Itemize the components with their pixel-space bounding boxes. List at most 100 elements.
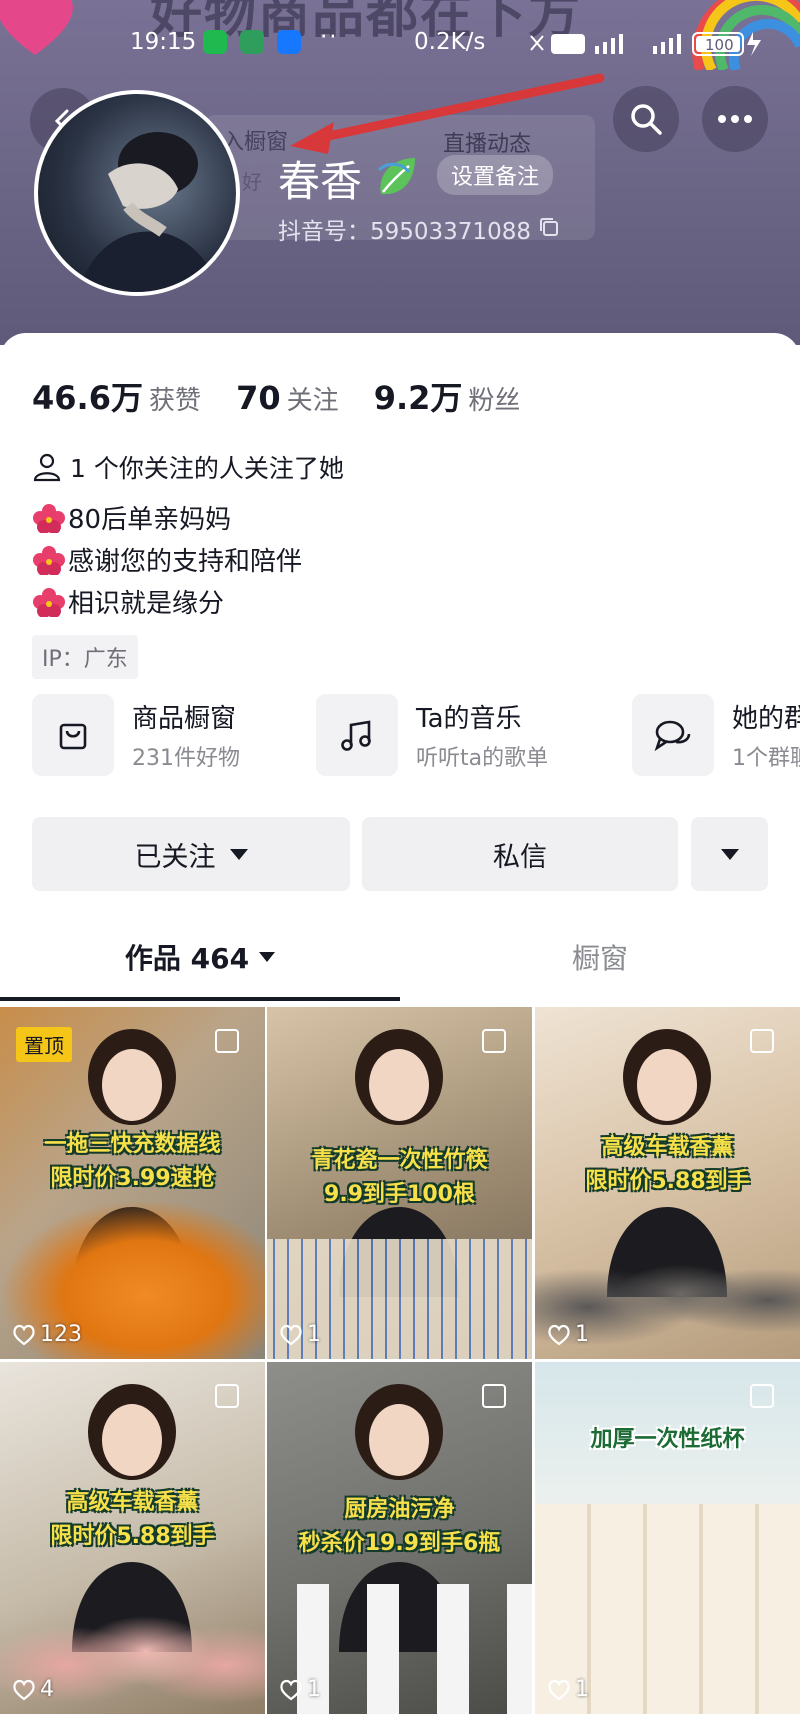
like-count-value: 1 [307,1322,321,1347]
video-caption-line2: 秒杀价19.9到手6瓶 [298,1531,501,1556]
stat-following-label: 关注 [286,386,339,416]
like-count-value: 123 [40,1322,82,1347]
music-note-icon [316,694,398,776]
stat-likes-label: 获赞 [148,386,201,416]
profile-name: 春香 [278,157,363,206]
like-count-value: 1 [575,1677,589,1702]
select-checkbox[interactable] [215,1029,239,1053]
cover-ghost-right: 直播动态 [443,132,532,157]
video-caption-line2: 限时价5.88到手 [585,1169,750,1194]
pinned-badge: 置顶 [16,1027,72,1062]
video-tile[interactable]: 青花瓷一次性竹筷 9.9到手100根 1 [267,1007,532,1359]
stat-following[interactable]: 70 关注 [236,379,339,417]
chevron-down-icon [259,952,276,962]
select-checkbox[interactable] [750,1384,774,1408]
heart-icon [13,1324,35,1345]
video-caption-line2: 限时价5.88到手 [50,1524,215,1549]
following-label: 已关注 [134,841,216,873]
bio-line: 相识就是缘分 [32,583,224,620]
set-remark-button[interactable]: 设置备注 [437,155,554,195]
bio-line: 80后单亲妈妈 [32,499,231,536]
heart-icon [548,1324,570,1345]
more-button[interactable] [702,86,768,152]
select-checkbox[interactable] [482,1384,506,1408]
select-checkbox[interactable] [482,1029,506,1053]
tab-showcase[interactable]: 橱窗 [400,913,800,1001]
tab-showcase-label: 橱窗 [571,942,628,975]
ip-location-tag: IP：广东 [32,635,138,679]
shortcut-title: 商品橱窗 [132,704,237,734]
video-caption-line1: 加厚一次性纸杯 [590,1427,745,1452]
mutual-follow-text: 1 个你关注的人关注了她 [70,454,344,483]
stat-likes-value: 46.6万 [32,379,143,417]
chevron-down-icon [229,848,248,860]
video-caption-line1: 高级车载香薰 [66,1490,199,1515]
more-options-dropdown[interactable] [691,817,768,891]
search-button[interactable] [613,86,679,152]
video-caption-line1: 青花瓷一次性竹筷 [311,1148,488,1173]
video-caption-line2: 限时价3.99速抢 [50,1166,215,1191]
video-caption-line2: 9.9到手100根 [324,1182,475,1207]
video-caption-line1: 高级车载香薰 [601,1135,734,1160]
stats-row: 46.6万 获赞 70 关注 9.2万 粉丝 [32,373,550,419]
mutual-follow-row[interactable]: 1 个你关注的人关注了她 [32,449,344,485]
video-caption-line1: 厨房油污净 [344,1497,455,1522]
stat-followers-label: 粉丝 [468,386,521,416]
shortcut-subtitle: 231件好物 [132,746,240,771]
like-count-value: 1 [575,1322,589,1347]
tab-works-label: 作品 464 [124,942,250,975]
arrow-decoration-icon [290,73,605,154]
chevron-down-icon [720,848,739,860]
following-button[interactable]: 已关注 [32,817,350,891]
bio-text: 80后单亲妈妈 [68,505,232,535]
shortcut-subtitle: 1个群聊 [732,746,800,771]
douyin-id: 抖音号：59503371088 [278,219,531,245]
app-refresh-icon [240,30,264,54]
shortcut-group[interactable]: 她的群 1个群聊 [632,694,800,776]
like-count-value: 4 [40,1677,54,1702]
cover-ghost-sub: 好 [242,170,262,194]
video-tile[interactable]: 高级车载香薰 限时价5.88到手 1 [535,1007,800,1359]
avatar[interactable] [34,90,240,296]
heart-icon [548,1679,570,1700]
video-tile[interactable]: 高级车载香薰 限时价5.88到手 4 [0,1362,265,1714]
video-tile[interactable]: 置顶 一拖三快充数据线 限时价3.99速抢 123 [0,1007,265,1359]
like-count: 1 [279,1677,321,1702]
video-caption-line1: 一拖三快充数据线 [44,1132,221,1157]
stat-likes[interactable]: 46.6万 获赞 [32,373,201,419]
like-count: 4 [12,1677,54,1702]
stat-followers-value: 9.2万 [373,379,463,417]
tab-active-indicator [0,997,400,1001]
stat-followers[interactable]: 9.2万 粉丝 [374,373,521,419]
signal-wifi-battery-icon: 100 [530,32,761,56]
shortcut-title: Ta的音乐 [416,704,522,734]
chat-bubble-icon [632,694,714,776]
bio-line: 感谢您的支持和陪伴 [32,541,302,578]
video-tile[interactable]: 加厚一次性纸杯 1 [535,1362,800,1714]
shortcut-subtitle: 听听ta的歌单 [416,746,549,771]
avatar-portrait-icon [78,132,218,292]
select-checkbox[interactable] [750,1029,774,1053]
heart-icon [280,1324,302,1345]
wechat-icon [203,30,227,54]
alipay-icon [277,30,301,54]
more-notifications-icon: ·· [320,24,339,50]
message-button[interactable]: 私信 [362,817,678,891]
tab-works[interactable]: 作品 464 [0,913,400,1001]
shortcut-music[interactable]: Ta的音乐 听听ta的歌单 [316,694,576,776]
status-bar: 19:15 ·· 0.2K/s 100 [0,20,800,60]
copy-icon[interactable] [538,216,560,238]
battery-level: 100 [705,36,734,54]
shortcut-title: 她的群 [732,704,800,734]
hibiscus-icon [33,503,65,533]
video-tile[interactable]: 厨房油污净 秒杀价19.9到手6瓶 1 [267,1362,532,1714]
shopping-bag-icon [32,694,114,776]
shortcut-showcase[interactable]: 商品橱窗 231件好物 [32,694,292,776]
more-dots-icon [718,115,752,123]
like-count-value: 1 [307,1677,321,1702]
select-checkbox[interactable] [215,1384,239,1408]
heart-icon [13,1679,35,1700]
bio-text: 感谢您的支持和陪伴 [68,547,303,577]
status-time: 19:15 [130,29,197,55]
leaf-badge-icon [377,158,415,195]
